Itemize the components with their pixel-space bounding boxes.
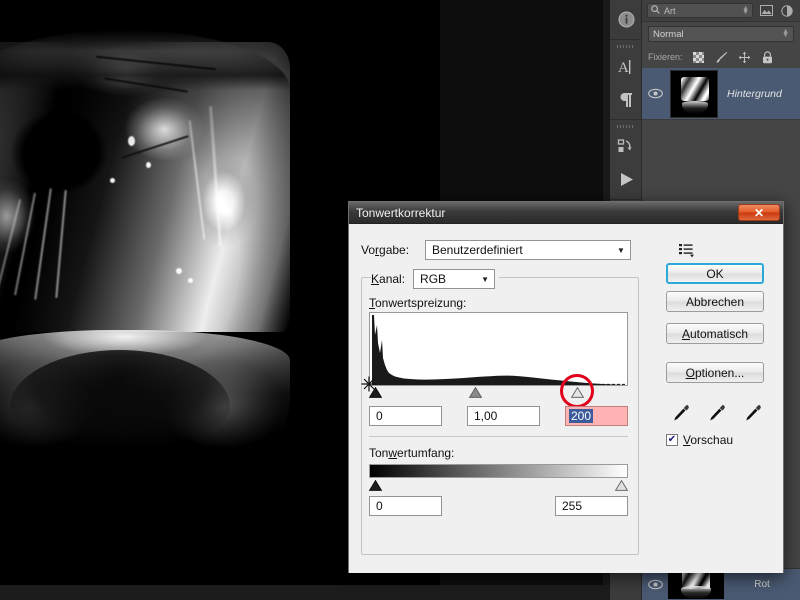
input-gamma-value: 1,00 (474, 409, 498, 423)
info-icon[interactable] (610, 3, 642, 36)
preset-value: Benutzerdefiniert (432, 243, 523, 257)
layer-search-input[interactable]: Art ▲ ▼ (647, 3, 753, 18)
ok-button[interactable]: OK (666, 263, 764, 284)
channel-select[interactable]: RGB ▼ (413, 269, 496, 289)
channel-row: Kanal: RGB ▼ (371, 269, 500, 289)
output-white-handle[interactable] (615, 480, 628, 491)
output-white-field[interactable]: 255 (555, 496, 628, 516)
black-point-handle[interactable] (369, 387, 382, 398)
history-actions-icon[interactable] (610, 130, 642, 163)
chevron-down-icon: ▲ ▼ (782, 28, 789, 39)
layer-name-label: Hintergrund (727, 87, 782, 100)
output-white-value: 255 (562, 499, 583, 513)
move-lock-icon[interactable] (738, 50, 752, 64)
gamma-handle[interactable] (469, 387, 482, 398)
white-point-eyedropper-icon[interactable] (743, 402, 763, 424)
layer-filter-row: Art ▲ ▼ (642, 0, 800, 22)
auto-button[interactable]: Automatisch (666, 323, 764, 344)
close-icon[interactable]: ✕ (738, 204, 780, 221)
rail-grip[interactable] (610, 43, 641, 50)
dialog-body: Vorgabe: Benutzerdefiniert ▼ Kanal: RGB … (349, 224, 783, 573)
screen: A Art ▲ ▼ Normal ▲ ▼ Fixieren: Hintergru… (0, 0, 800, 600)
channel-label: Kanal: (371, 272, 406, 286)
blend-mode-row: Normal ▲ ▼ (642, 22, 800, 46)
levels-dialog[interactable]: Tonwertkorrektur ✕ Vorgabe: Benutzerdefi… (348, 201, 784, 573)
input-white-field[interactable]: 200 (565, 406, 628, 426)
lock-row-label: Fixieren: (648, 52, 683, 62)
black-point-eyedropper-icon[interactable] (671, 402, 691, 424)
text-tool-icon[interactable]: A (610, 50, 642, 83)
transparency-lock-icon[interactable] (692, 50, 706, 64)
input-white-value: 200 (569, 409, 594, 423)
gray-point-eyedropper-icon[interactable] (707, 402, 727, 424)
blend-mode-select[interactable]: Normal ▲ ▼ (648, 26, 794, 42)
histogram-svg (372, 315, 625, 385)
rail-group-type: A (610, 40, 641, 120)
preset-options-icon[interactable] (677, 240, 697, 260)
search-icon (651, 5, 660, 16)
dialog-title: Tonwertkorrektur (356, 205, 446, 220)
white-point-annotation-circle (560, 374, 594, 408)
dialog-titlebar[interactable]: Tonwertkorrektur ✕ (349, 202, 783, 224)
chevron-down-icon: ▼ (617, 245, 625, 255)
preset-select[interactable]: Benutzerdefiniert ▼ (425, 240, 631, 260)
layer-thumbnail[interactable] (670, 69, 718, 118)
image-filter-icon[interactable] (758, 4, 774, 18)
search-stepper-icon[interactable]: ▲ ▼ (742, 5, 749, 16)
output-black-value: 0 (376, 499, 383, 513)
output-gradient-bar (369, 464, 628, 478)
section-divider (369, 436, 628, 437)
play-icon[interactable] (610, 163, 642, 196)
lock-row: Fixieren: (642, 46, 800, 68)
histogram-chart (369, 312, 628, 386)
output-black-handle[interactable] (369, 480, 382, 491)
rail-group-info (610, 0, 641, 40)
canvas-status-strip (0, 585, 610, 600)
brush-lock-icon[interactable] (715, 50, 729, 64)
preview-label: Vorschau (683, 433, 734, 447)
options-button[interactable]: Optionen... (666, 362, 764, 383)
input-gamma-field[interactable]: 1,00 (467, 406, 540, 426)
channel-value: RGB (420, 272, 447, 286)
layer-search-value: Art (664, 5, 676, 16)
adjustment-circle-icon[interactable] (779, 4, 795, 18)
lock-all-icon[interactable] (761, 50, 775, 64)
output-levels-label: Tonwertumfang: (369, 446, 455, 460)
channel-name-label: Rot (754, 579, 770, 590)
rail-group-actions (610, 120, 641, 200)
output-levels-slider[interactable] (369, 480, 628, 492)
paragraph-icon[interactable] (610, 83, 642, 116)
preview-checkbox[interactable]: ✔ (666, 434, 678, 446)
preset-label: Vorgabe: (361, 243, 410, 257)
input-levels-label: Tonwertspreizung: (369, 296, 467, 310)
cancel-button[interactable]: Abbrechen (666, 291, 764, 312)
input-black-field[interactable]: 0 (369, 406, 442, 426)
blend-mode-value: Normal (653, 28, 684, 40)
eyedropper-group (671, 400, 763, 426)
rail-grip[interactable] (610, 123, 641, 130)
output-black-field[interactable]: 0 (369, 496, 442, 516)
input-black-value: 0 (376, 409, 383, 423)
eye-icon[interactable] (642, 88, 668, 99)
chevron-down-icon: ▼ (481, 274, 489, 284)
svg-text:A: A (618, 60, 629, 76)
channel-thumbnail[interactable] (668, 570, 724, 599)
preset-row: Vorgabe: Benutzerdefiniert ▼ (361, 240, 661, 260)
preview-row[interactable]: ✔ Vorschau (666, 433, 733, 447)
layer-row-hintergrund[interactable]: Hintergrund (642, 68, 800, 120)
eye-icon[interactable] (642, 579, 668, 590)
